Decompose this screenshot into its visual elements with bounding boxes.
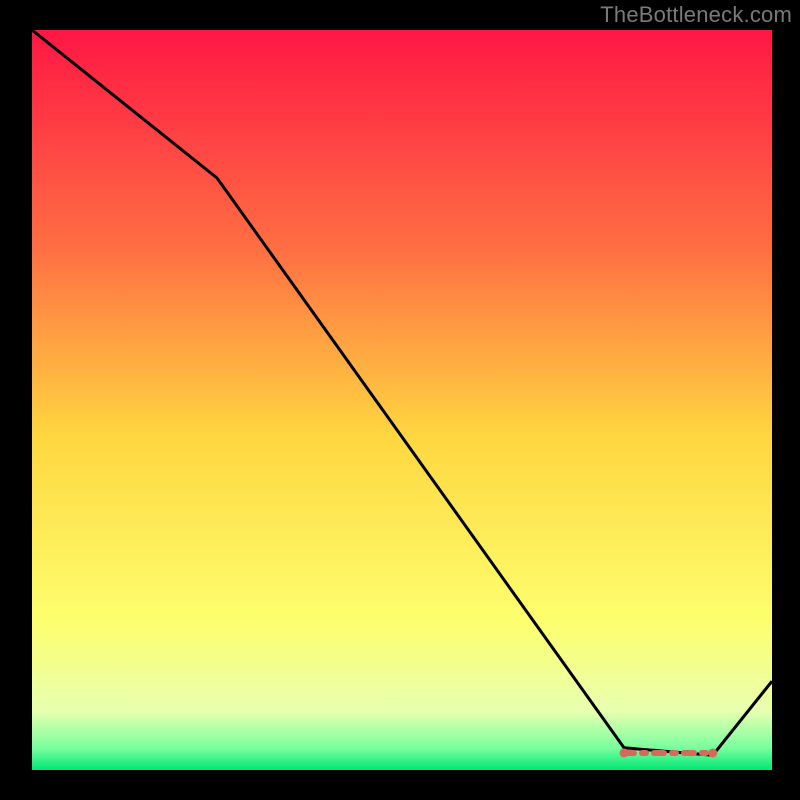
optimal-zone-end-dot (708, 748, 717, 757)
chart-container: TheBottleneck.com (0, 0, 800, 800)
optimal-zone-start-dot (620, 748, 629, 757)
plot-area (32, 30, 772, 770)
attribution-text: TheBottleneck.com (600, 2, 792, 28)
gradient-background (32, 30, 772, 770)
chart-svg (32, 30, 772, 770)
